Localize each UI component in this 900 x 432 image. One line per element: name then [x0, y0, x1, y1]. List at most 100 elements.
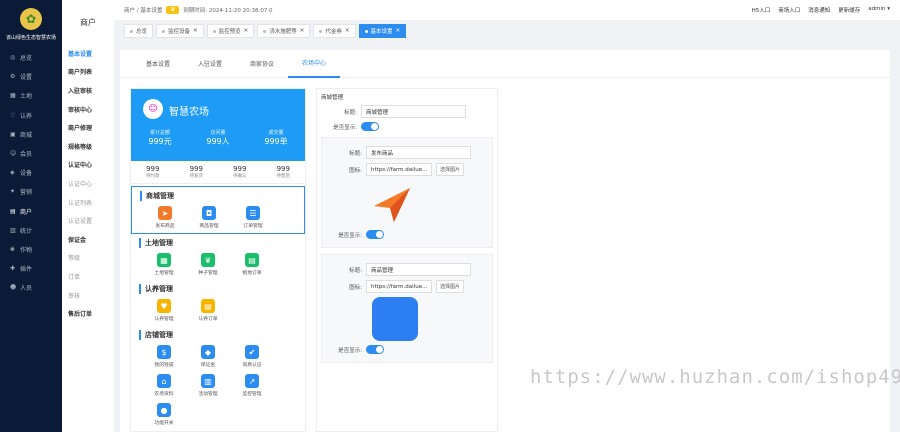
- title-input[interactable]: 发布商品: [366, 146, 471, 159]
- phone-shortcut-1[interactable]: ▤ 认养订单: [191, 299, 225, 322]
- tab-1[interactable]: 监控设备 ✕: [156, 24, 204, 38]
- top-link-0[interactable]: H5入口: [752, 6, 771, 14]
- order-3[interactable]: 999 待售后: [277, 165, 291, 179]
- sidebar-item-6[interactable]: ◈ 设备: [0, 163, 62, 182]
- sidebar-item-8[interactable]: ▤ 商户: [0, 202, 62, 221]
- close-icon[interactable]: ✕: [396, 28, 401, 34]
- subnav-item-14[interactable]: 售后订单: [62, 304, 114, 323]
- phone-section-1[interactable]: 土地管理 ▦ 土地管理 ❦ 种子管理 ▤ 租地订单: [131, 234, 305, 280]
- order-1[interactable]: 999 待发货: [190, 165, 204, 179]
- show-row: 是否显示:: [326, 345, 488, 354]
- phone-shortcut-1[interactable]: ◘ 商品管理: [192, 206, 226, 229]
- show-toggle[interactable]: [366, 230, 384, 239]
- order-2[interactable]: 999 待确认: [233, 165, 247, 179]
- subnav-item-6[interactable]: 认证中心: [62, 156, 114, 175]
- tab-label: 代金券: [325, 29, 342, 35]
- subnav-item-12[interactable]: 订单: [62, 267, 114, 286]
- top-link-4[interactable]: admin ▾: [868, 6, 890, 14]
- editor-item-1: 标题: 商品管理 图标: https://farm.dailue... 选择图片 是否显示…: [321, 254, 493, 363]
- sidebar-item-label: 设置: [20, 74, 33, 82]
- sidebar-item-2[interactable]: ▦ 土地: [0, 86, 62, 105]
- order-label: 待付款: [146, 174, 160, 179]
- subnav-item-8[interactable]: 认证列表: [62, 193, 114, 212]
- editor-panel: 商城管理 标题: 商城管理 是否显示: 标题: 发布商品 图标: https://fa…: [316, 88, 498, 432]
- subnav-item-9[interactable]: 认证设置: [62, 211, 114, 230]
- choose-image-button[interactable]: 选择图片: [436, 163, 465, 176]
- subnav-item-1[interactable]: 商户列表: [62, 63, 114, 82]
- phone-shortcut-1[interactable]: ❦ 种子管理: [191, 253, 225, 276]
- sidebar-item-0[interactable]: ◎ 总览: [0, 48, 62, 67]
- subnav-item-3[interactable]: 审核中心: [62, 100, 114, 119]
- icon-url-input[interactable]: https://farm.dailue...: [366, 163, 432, 176]
- phone-shortcut-0[interactable]: ➤ 发布商品: [148, 206, 182, 229]
- phone-section-2[interactable]: 认养管理 ♥ 认养管理 ▤ 认养订单: [131, 280, 305, 326]
- top-link-1[interactable]: 商场入口: [778, 6, 800, 14]
- content-tab-1[interactable]: 入驻设置: [184, 50, 236, 78]
- top-link-3[interactable]: 更新缓存: [838, 6, 860, 14]
- brand-name: 该山绿色生态智慧农场: [5, 35, 56, 41]
- title-input[interactable]: 商品管理: [366, 263, 471, 276]
- phone-shortcut-0[interactable]: ▦ 土地管理: [147, 253, 181, 276]
- sidebar-item-3[interactable]: ♡ 认养: [0, 106, 62, 125]
- phone-shortcut-0[interactable]: ♥ 认养管理: [147, 299, 181, 322]
- sidebar-item-1[interactable]: ⚙ 设置: [0, 67, 62, 86]
- phone-shortcut-5[interactable]: ↗ 监控管理: [235, 374, 269, 397]
- sidebar-item-4[interactable]: ▣ 商城: [0, 125, 62, 144]
- phone-section-0[interactable]: 商城管理 ➤ 发布商品 ◘ 商品管理 ☰ 订单管理: [131, 186, 305, 234]
- subnav-item-2[interactable]: 入驻审核: [62, 81, 114, 100]
- choose-image-button[interactable]: 选择图片: [436, 280, 465, 293]
- group-show-toggle[interactable]: [361, 122, 379, 131]
- sidebar-item-5[interactable]: ☺ 会员: [0, 144, 62, 163]
- phone-shortcut-3[interactable]: ⌂ 农场资料: [147, 374, 181, 397]
- phone-shortcut-6[interactable]: ● 功能开关: [147, 403, 181, 426]
- phone-shortcut-2[interactable]: ▤ 租地订单: [235, 253, 269, 276]
- phone-shortcut-4[interactable]: ▥ 活动管理: [191, 374, 225, 397]
- sidebar-item-7[interactable]: ✦ 营销: [0, 182, 62, 201]
- plane-icon: ➤: [158, 206, 172, 220]
- top-link-2[interactable]: 消息通知: [808, 6, 830, 14]
- show-toggle[interactable]: [366, 345, 384, 354]
- content-tab-0[interactable]: 基本设置: [132, 50, 184, 78]
- group-title-input[interactable]: 商城管理: [361, 105, 466, 118]
- tab-2[interactable]: 监控预览 ✕: [206, 24, 255, 38]
- section-title: 店铺管理: [139, 330, 297, 340]
- tab-3[interactable]: 浇水施肥等 ✕: [257, 24, 311, 38]
- content-tab-2[interactable]: 商家协议: [236, 50, 288, 78]
- subnav-item-5[interactable]: 规格等级: [62, 137, 114, 156]
- phone-section-3[interactable]: 店铺管理 $ 我的钱袋 ◆ 保证金 ✔ 资质认证 ⌂ 农场资料 ▥ 活动管理 ↗ 监控管理 ● 功能开关: [131, 326, 305, 430]
- tab-0[interactable]: 总览: [124, 24, 154, 38]
- title-label: 标题:: [344, 109, 357, 116]
- subnav-item-10[interactable]: 保证金: [62, 230, 114, 249]
- stat-label: 累计总额: [149, 130, 170, 136]
- subnav-item-13[interactable]: 审核: [62, 286, 114, 305]
- close-icon[interactable]: ✕: [345, 28, 350, 34]
- subnav-item-0[interactable]: 基本设置: [62, 44, 114, 63]
- sidebar-item-11[interactable]: ✚ 插件: [0, 259, 62, 278]
- phone-shortcut-2[interactable]: ✔ 资质认证: [235, 345, 269, 368]
- activity-icon: ▥: [201, 374, 215, 388]
- subnav-item-4[interactable]: 商户修理: [62, 118, 114, 137]
- marketing-icon: ✦: [10, 188, 16, 196]
- sidebar-item-label: 统计: [20, 227, 33, 235]
- sidebar-item-10[interactable]: ❀ 作物: [0, 240, 62, 259]
- sidebar-item-9[interactable]: ▥ 统计: [0, 221, 62, 240]
- order-0[interactable]: 999 待付款: [146, 165, 160, 179]
- close-icon[interactable]: ✕: [300, 28, 305, 34]
- tab-label: 监控预览: [218, 29, 241, 35]
- close-icon[interactable]: ✕: [244, 28, 249, 34]
- show-row: 是否显示:: [326, 230, 488, 239]
- order-count: 999: [146, 165, 160, 173]
- subnav-item-7[interactable]: 认证中心: [62, 174, 114, 193]
- content-tab-3[interactable]: 农场中心: [288, 50, 341, 78]
- subnav-item-11[interactable]: 等级: [62, 249, 114, 268]
- phone-shortcut-2[interactable]: ☰ 订单管理: [236, 206, 270, 229]
- tab-5[interactable]: 基本设置 ✕: [358, 24, 407, 38]
- phone-shortcut-0[interactable]: $ 我的钱袋: [147, 345, 181, 368]
- phone-shortcut-1[interactable]: ◆ 保证金: [191, 345, 225, 368]
- dashboard-icon: ◎: [10, 54, 16, 62]
- icon-url-input[interactable]: https://farm.dailue...: [366, 280, 432, 293]
- close-icon[interactable]: ✕: [193, 28, 198, 34]
- phone-preview: ☺ 智慧农场 累计总额 999元 访问量 999人 成交量 999单 999 待付款 999 待…: [130, 88, 306, 432]
- tab-4[interactable]: 代金券 ✕: [313, 24, 356, 38]
- sidebar-item-12[interactable]: ☻ 人员: [0, 278, 62, 297]
